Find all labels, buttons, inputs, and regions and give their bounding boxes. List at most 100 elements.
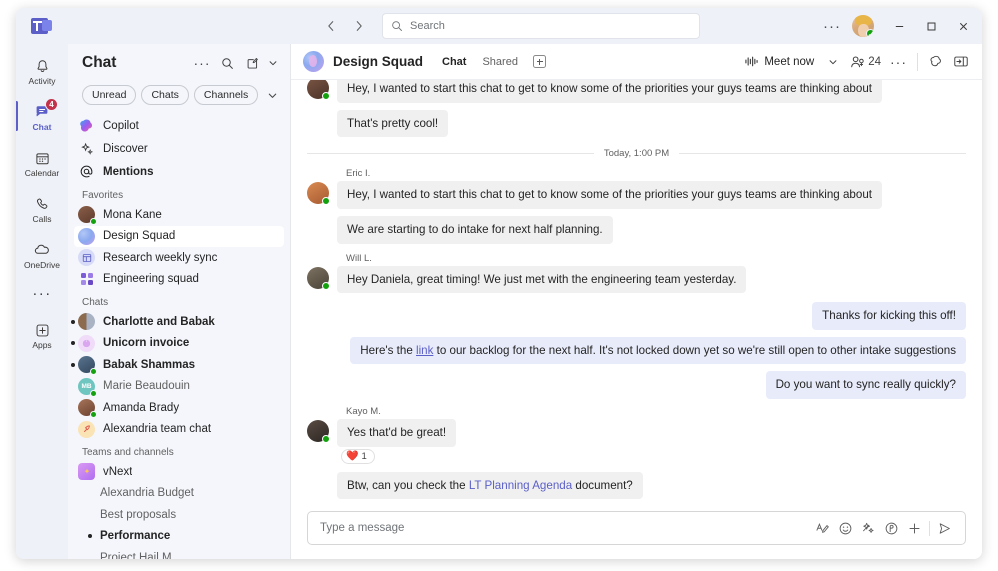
unicorn-icon	[78, 334, 95, 352]
list-item-babak-shammas[interactable]: Babak Shammas	[71, 354, 284, 376]
message-bubble[interactable]: Hey, I wanted to start this chat to get …	[337, 181, 882, 209]
list-item-vnext[interactable]: vNext	[74, 461, 284, 483]
plus-icon[interactable]	[903, 517, 926, 540]
filter-chevron-down-icon[interactable]	[267, 90, 278, 101]
message-group-outgoing: Do you want to sync really quickly?	[307, 371, 966, 406]
message-bubble[interactable]: Hey Daniela, great timing! We just met w…	[337, 265, 747, 294]
list-item-unicorn-invoice[interactable]: Unicorn invoice	[71, 333, 284, 355]
grid-icon	[78, 271, 95, 288]
list-item-mona-kane[interactable]: Mona Kane	[74, 204, 284, 226]
message-bubble[interactable]: Yes that'd be great!	[337, 419, 457, 447]
message-list[interactable]: Hey, I wanted to start this chat to get …	[291, 80, 982, 505]
avatar	[307, 182, 330, 206]
list-item-marie-beaudouin[interactable]: MB Marie Beaudouin	[74, 376, 284, 398]
rail-item-onedrive[interactable]: OneDrive	[18, 232, 66, 278]
list-item-performance[interactable]: Performance	[74, 526, 284, 548]
presence-available-icon	[90, 411, 97, 419]
format-icon[interactable]	[811, 517, 834, 540]
presence-available-icon	[322, 281, 330, 290]
message-bubble[interactable]: Btw, can you check the LT Planning Agend…	[337, 471, 643, 500]
rail-item-calendar[interactable]: Calendar	[18, 140, 66, 186]
chat-list-pane: Chat ··· Unread Chats Channels Copilot D…	[68, 44, 290, 559]
chevron-down-icon[interactable]	[265, 51, 280, 75]
sidebar-item-design-squad[interactable]: Design Squad	[74, 225, 284, 247]
rail-label-apps: Apps	[32, 340, 52, 351]
meet-now-label: Meet now	[764, 55, 815, 68]
close-button[interactable]	[948, 12, 978, 40]
list-item-alexandria-budget[interactable]: Alexandria Budget	[74, 483, 284, 505]
minimize-button[interactable]	[884, 12, 914, 40]
message-bubble[interactable]: Thanks for kicking this off!	[812, 302, 966, 330]
tab-shared[interactable]: Shared	[475, 53, 524, 71]
list-item-discover[interactable]: Discover	[74, 137, 284, 160]
message-bubble[interactable]: Do you want to sync really quickly?	[765, 371, 966, 400]
back-button[interactable]	[318, 13, 344, 39]
list-item-label: Performance	[100, 530, 171, 543]
message-bubble[interactable]: That's pretty cool!	[337, 109, 449, 138]
open-side-panel-icon[interactable]	[950, 51, 972, 73]
participants-button[interactable]: 24	[847, 51, 884, 73]
list-item-engineering-squad[interactable]: Engineering squad	[74, 269, 284, 291]
meet-now-chevron-down-icon[interactable]	[822, 51, 844, 73]
rail-item-activity[interactable]: Activity	[18, 48, 66, 94]
list-item-copilot[interactable]: Copilot	[74, 114, 284, 137]
team-icon	[78, 463, 95, 481]
message-input-placeholder: Type a message	[320, 522, 405, 534]
list-item-mentions[interactable]: Mentions	[74, 160, 284, 183]
message-group-outgoing: Here's the link to our backlog for the n…	[307, 336, 966, 372]
list-item-research-weekly-sync[interactable]: Research weekly sync	[74, 247, 284, 269]
list-item-alexandria-team-chat[interactable]: Alexandria team chat	[74, 419, 284, 441]
sparkle-icon	[78, 140, 95, 157]
chat-list-scroll[interactable]: Copilot Discover Mentions Favorites Mona…	[68, 114, 290, 559]
backlog-link[interactable]: link	[416, 344, 433, 357]
add-tab-icon[interactable]	[532, 55, 546, 68]
message-bubble[interactable]: Here's the link to our backlog for the n…	[350, 336, 966, 365]
copilot-icon[interactable]	[925, 51, 947, 73]
chat-list-more-button[interactable]: ···	[190, 51, 214, 75]
reaction-count: 1	[361, 450, 367, 462]
send-icon[interactable]	[933, 517, 956, 540]
unread-dot	[71, 362, 75, 367]
tab-chat[interactable]: Chat	[435, 53, 473, 71]
list-item-best-proposals[interactable]: Best proposals	[74, 504, 284, 526]
unread-dot	[71, 319, 75, 324]
avatar	[78, 356, 97, 376]
forward-button[interactable]	[346, 13, 372, 39]
presence-available-icon	[322, 435, 330, 444]
phone-icon	[32, 194, 52, 214]
conversation-more-button[interactable]: ···	[887, 51, 910, 73]
list-item-amanda-brady[interactable]: Amanda Brady	[74, 397, 284, 419]
message-bubble[interactable]: Hey, I wanted to start this chat to get …	[337, 80, 882, 103]
avatar	[78, 399, 97, 419]
rail-item-chat[interactable]: 4 Chat	[16, 94, 66, 140]
list-item-charlotte-and-babak[interactable]: Charlotte and Babak	[71, 311, 284, 333]
rail-more-button[interactable]: ···	[32, 278, 51, 308]
document-link[interactable]: LT Planning Agenda	[469, 479, 572, 492]
message-input[interactable]: Type a message	[307, 511, 966, 545]
meet-now-button[interactable]: Meet now	[739, 52, 819, 71]
emoji-icon[interactable]	[834, 517, 857, 540]
chat-unread-badge: 4	[45, 98, 58, 112]
rail-item-calls[interactable]: Calls	[18, 186, 66, 232]
timestamp-divider: Today, 1:00 PM	[307, 148, 966, 159]
bell-icon	[32, 56, 52, 76]
list-item-label: Project Hail M...	[100, 551, 182, 559]
search-input[interactable]: Search	[382, 13, 700, 39]
rail-item-apps[interactable]: Apps	[18, 312, 66, 358]
filter-chip-chats[interactable]: Chats	[141, 85, 189, 105]
list-item-project-hail-mary[interactable]: Project Hail M...	[74, 547, 284, 559]
titlebar-more-button[interactable]: ···	[818, 12, 846, 40]
new-chat-button[interactable]	[240, 51, 264, 75]
list-item-label: Alexandria team chat	[103, 423, 212, 436]
giphy-icon[interactable]	[857, 517, 880, 540]
group-label-chats: Chats	[82, 297, 109, 308]
reaction-badge[interactable]: ❤️ 1	[341, 448, 375, 464]
maximize-button[interactable]	[916, 12, 946, 40]
message-bubble[interactable]: We are starting to do intake for next ha…	[337, 215, 613, 244]
avatar[interactable]	[852, 15, 874, 37]
loop-icon[interactable]	[880, 517, 903, 540]
filter-chip-channels[interactable]: Channels	[193, 85, 259, 105]
message-group-outgoing: Thanks for kicking this off!	[307, 302, 966, 337]
chat-list-search-button[interactable]	[215, 51, 239, 75]
filter-chip-unread[interactable]: Unread	[82, 85, 137, 105]
